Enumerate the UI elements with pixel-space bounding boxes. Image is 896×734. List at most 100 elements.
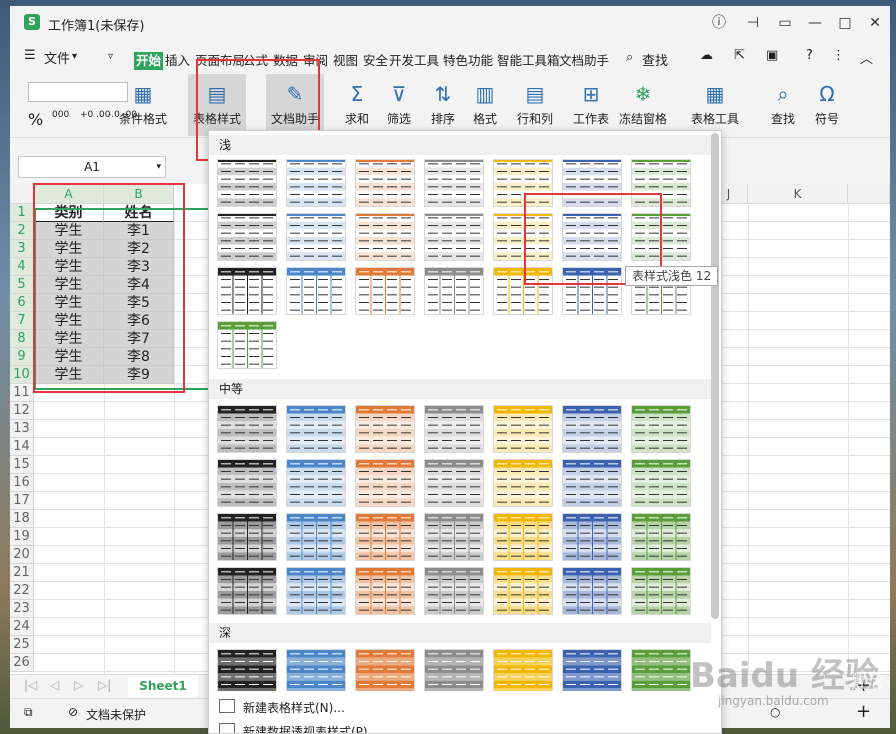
file-menu-button[interactable]: 文件 — [44, 48, 70, 67]
row-header[interactable]: 8 — [10, 330, 34, 348]
table-style-swatch[interactable] — [355, 405, 415, 453]
status-layout-icon[interactable]: ⧉ — [24, 705, 33, 720]
first-sheet-icon[interactable]: |◁ — [24, 678, 37, 692]
prev-sheet-icon[interactable]: ◁ — [50, 678, 59, 692]
row-header[interactable]: 26 — [10, 654, 34, 672]
table-style-swatch[interactable] — [286, 159, 346, 207]
protect-status[interactable]: 文档未保护 — [86, 706, 146, 723]
maximize-icon[interactable]: □ — [836, 14, 854, 32]
row-header[interactable]: 10 — [10, 366, 34, 384]
name-box[interactable]: A1 ▾ — [18, 156, 166, 178]
row-header[interactable]: 15 — [10, 456, 34, 474]
search-icon[interactable]: ⌕ — [626, 50, 633, 65]
find-button[interactable]: ⌕ 查找 — [758, 74, 808, 136]
conditional-format-button[interactable]: ▦ 条件格式 — [118, 74, 168, 136]
row-header[interactable]: 2 — [10, 222, 34, 240]
table-style-swatch[interactable] — [286, 405, 346, 453]
worksheet-button[interactable]: ⊞ 工作表 — [566, 74, 616, 136]
table-style-swatch[interactable] — [286, 649, 346, 697]
table-style-swatch[interactable] — [631, 567, 691, 615]
table-style-swatch[interactable] — [217, 405, 277, 453]
table-style-swatch[interactable] — [493, 459, 553, 507]
table-style-swatch[interactable] — [355, 267, 415, 315]
collapse-ribbon-icon[interactable]: ︿ — [860, 48, 873, 67]
table-style-swatch[interactable] — [493, 405, 553, 453]
close-icon[interactable]: ✕ — [866, 14, 884, 32]
row-header[interactable]: 5 — [10, 276, 34, 294]
row-header[interactable]: 3 — [10, 240, 34, 258]
hamburger-icon[interactable]: ☰ — [24, 48, 36, 63]
row-header[interactable]: 13 — [10, 420, 34, 438]
increase-decimal-button[interactable]: +0 .00 — [80, 110, 110, 120]
row-header[interactable]: 20 — [10, 546, 34, 564]
minimize-icon[interactable]: — — [806, 14, 824, 32]
table-style-swatch[interactable] — [355, 159, 415, 207]
table-style-swatch[interactable] — [217, 459, 277, 507]
next-sheet-icon[interactable]: ▷ — [74, 678, 83, 692]
zoom-in-icon[interactable]: + — [856, 701, 871, 722]
table-style-swatch[interactable] — [286, 567, 346, 615]
row-header[interactable]: 4 — [10, 258, 34, 276]
row-header[interactable]: 6 — [10, 294, 34, 312]
restore-window-icon[interactable]: ▭ — [776, 14, 794, 32]
sheet-tab-sheet1[interactable]: Sheet1 — [128, 675, 198, 697]
name-box-chevron-icon[interactable]: ▾ — [156, 157, 161, 177]
dropdown-scrollbar[interactable] — [711, 133, 719, 619]
table-style-swatch[interactable] — [562, 513, 622, 561]
symbol-button[interactable]: Ω 符号 — [802, 74, 852, 136]
table-style-swatch[interactable] — [424, 213, 484, 261]
tab-10[interactable]: 智能工具箱 — [496, 52, 561, 70]
row-header[interactable]: 11 — [10, 384, 34, 402]
table-style-swatch[interactable] — [286, 513, 346, 561]
tab-7[interactable]: 安全 — [362, 52, 389, 70]
freeze-pane-button[interactable]: ❄ 冻结窗格 — [618, 74, 668, 136]
pin-icon[interactable]: ⊣ — [744, 14, 762, 32]
table-style-swatch[interactable] — [355, 459, 415, 507]
table-style-swatch[interactable] — [355, 213, 415, 261]
table-style-swatch[interactable] — [217, 321, 277, 369]
table-style-swatch[interactable] — [562, 459, 622, 507]
percent-button[interactable]: % — [28, 110, 43, 129]
row-header[interactable]: 25 — [10, 636, 34, 654]
row-header[interactable]: 1 — [10, 204, 34, 222]
table-style-swatch[interactable] — [631, 513, 691, 561]
table-style-swatch[interactable] — [424, 649, 484, 697]
row-header[interactable]: 14 — [10, 438, 34, 456]
search-button[interactable]: 查找 — [642, 50, 668, 69]
table-style-swatch[interactable] — [493, 649, 553, 697]
table-style-swatch[interactable] — [355, 649, 415, 697]
table-style-swatch[interactable] — [424, 459, 484, 507]
tab-8[interactable]: 开发工具 — [388, 52, 440, 70]
row-col-button[interactable]: ▤ 行和列 — [510, 74, 560, 136]
table-style-swatch[interactable] — [493, 513, 553, 561]
row-header[interactable]: 18 — [10, 510, 34, 528]
row-header[interactable]: 24 — [10, 618, 34, 636]
format-button[interactable]: ▥ 格式 — [460, 74, 510, 136]
tab-1[interactable]: 插入 — [164, 52, 191, 70]
table-style-swatch[interactable] — [217, 513, 277, 561]
row-header[interactable]: 21 — [10, 564, 34, 582]
table-style-swatch[interactable] — [493, 567, 553, 615]
share-icon[interactable]: ⇱ — [734, 48, 745, 63]
file-chevron-icon[interactable]: ▾ — [72, 51, 77, 62]
thousands-button[interactable]: 000 — [52, 110, 69, 120]
row-header[interactable]: 12 — [10, 402, 34, 420]
table-style-swatch[interactable] — [217, 267, 277, 315]
row-header[interactable]: 19 — [10, 528, 34, 546]
table-tools-button[interactable]: ▦ 表格工具 — [690, 74, 740, 136]
info-icon[interactable]: ⓘ — [710, 14, 728, 32]
filter-button[interactable]: ⊽ 筛选 — [374, 74, 424, 136]
table-style-swatch[interactable] — [562, 567, 622, 615]
table-style-swatch[interactable] — [217, 159, 277, 207]
row-header[interactable]: 23 — [10, 600, 34, 618]
cloud-icon[interactable]: ☁ — [700, 48, 713, 63]
table-style-swatch[interactable] — [424, 267, 484, 315]
column-header-l[interactable] — [848, 184, 890, 204]
table-style-swatch[interactable] — [424, 159, 484, 207]
help-icon[interactable]: ? — [806, 48, 813, 63]
table-style-swatch[interactable] — [424, 513, 484, 561]
table-style-swatch[interactable] — [631, 459, 691, 507]
tab-11[interactable]: 文档助手 — [558, 52, 610, 70]
comment-icon[interactable]: ▣ — [766, 48, 778, 63]
table-style-swatch[interactable] — [562, 405, 622, 453]
